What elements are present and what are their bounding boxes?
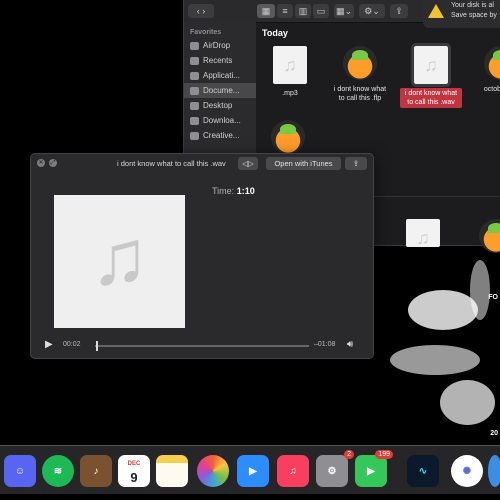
music-icon[interactable]: ♫ <box>277 455 309 487</box>
back-forward-button[interactable]: ‹ › <box>188 4 214 18</box>
desktop-icon <box>190 101 199 110</box>
sidebar-item-label: Applicati... <box>203 71 240 80</box>
flstudio-file-icon[interactable] <box>479 219 500 253</box>
file-item[interactable]: i dont know what to call this .flp <box>329 46 391 104</box>
sidebar-item-applications[interactable]: Applicati... <box>184 68 256 83</box>
audio-file-icon <box>273 46 307 84</box>
folder-icon <box>190 131 199 140</box>
desktop-wallpaper-art: FO 20 <box>380 250 500 440</box>
trim-button[interactable]: ◁▷ <box>238 157 258 170</box>
discord-icon[interactable]: ☺ <box>4 455 36 487</box>
desktop-text-fo: FO <box>488 294 498 301</box>
quicklook-title: i dont know what to call this .wav <box>117 159 226 168</box>
volume-icon[interactable]: 🔊︎ <box>347 339 353 350</box>
sidebar-item-clock[interactable]: Recents <box>184 53 256 68</box>
applications-icon <box>190 71 199 80</box>
play-pause-icon[interactable]: ▶ <box>45 339 53 350</box>
group-title: Today <box>262 28 288 38</box>
gallery-view-button[interactable]: ▭ <box>313 4 329 18</box>
duration-label: Time: 1:10 <box>212 186 255 196</box>
flstudio-file-icon <box>484 46 500 80</box>
share-icon[interactable]: ⇪ <box>345 157 367 170</box>
file-label: october.fl... <box>483 86 500 93</box>
notification-title: Your disk is al <box>451 2 494 9</box>
remaining-time: –01:08 <box>314 341 336 348</box>
quicklook-window: ✕ ⤢ i dont know what to call this .wav ◁… <box>30 153 374 359</box>
sidebar-item-label: Creative... <box>203 131 240 140</box>
settings-icon[interactable]: ✺ <box>451 455 483 487</box>
facetime-icon[interactable]: ▶ 199 <box>355 450 393 487</box>
calendar-day: 9 <box>130 470 138 485</box>
warning-icon <box>428 4 444 18</box>
close-icon[interactable]: ✕ <box>37 159 45 167</box>
browser-icon[interactable] <box>488 455 500 487</box>
sidebar-item-label: Docume... <box>203 86 240 95</box>
sidebar-item-airdrop[interactable]: AirDrop <box>184 38 256 53</box>
column-view-button[interactable]: ▥ <box>295 4 311 18</box>
open-with-itunes-button[interactable]: Open with iTunes <box>266 157 341 170</box>
sidebar-item-label: Desktop <box>203 101 233 110</box>
airdrop-icon <box>190 41 199 50</box>
scrubber-knob[interactable] <box>96 341 98 351</box>
document-icon <box>190 86 199 95</box>
clock-icon <box>190 56 199 65</box>
sidebar-item-folder[interactable]: Creative... <box>184 128 256 143</box>
sidebar-item-document[interactable]: Docume... <box>184 83 256 98</box>
photos-icon[interactable] <box>197 455 229 487</box>
dock: ☺ ≋ ♪ DEC 9 ▶ ♫ ⚙ 2 ▶ 199 ∿ ✺ <box>0 445 500 494</box>
desktop-text-20: 20 <box>490 430 498 437</box>
file-label: i dont know what to call this .flp <box>333 86 387 102</box>
quicklook-titlebar: ✕ ⤢ i dont know what to call this .wav ◁… <box>31 154 373 174</box>
sidebar-item-label: AirDrop <box>203 41 231 50</box>
sidebar-section-favorites: Favorites <box>190 29 222 36</box>
elapsed-time: 00:02 <box>63 341 81 348</box>
audio-file-icon <box>411 43 451 87</box>
playback-bar: ▶ 00:02 –01:08 🔊︎ <box>31 335 373 357</box>
file-item[interactable]: i dont know what to call this .wav <box>400 43 462 108</box>
action-gear-button[interactable]: ⚙⌄ <box>359 4 385 18</box>
file-item[interactable]: october.fl... <box>470 46 500 95</box>
flstudio-file-icon[interactable] <box>271 120 305 154</box>
garageband-icon[interactable]: ♪ <box>80 455 112 487</box>
notes-icon[interactable] <box>156 455 188 487</box>
flstudio-file-icon <box>343 46 377 80</box>
system-preferences-badge: 2 <box>344 450 354 459</box>
share-button[interactable]: ⇪ <box>390 4 408 18</box>
audio-file-icon[interactable] <box>406 219 440 249</box>
notification-body: Save space by <box>451 12 497 19</box>
group-by-button[interactable]: ▦⌄ <box>334 4 354 18</box>
time-value: 1:10 <box>236 186 255 196</box>
file-item[interactable]: .mp3 <box>259 46 321 99</box>
system-preferences-icon[interactable]: ⚙ 2 <box>316 450 354 487</box>
fullscreen-icon[interactable]: ⤢ <box>49 159 57 167</box>
album-artwork: ♫ <box>54 195 185 328</box>
sidebar-item-download[interactable]: Downloa... <box>184 113 256 128</box>
spotify-icon[interactable]: ≋ <box>42 455 74 487</box>
siri-icon[interactable]: ∿ <box>407 455 439 487</box>
zoom-icon[interactable]: ▶ <box>237 455 269 487</box>
sidebar-item-desktop[interactable]: Desktop <box>184 98 256 113</box>
file-label: .mp3 <box>282 90 298 97</box>
icon-view-button[interactable]: ▦ <box>257 4 275 18</box>
scrubber-track[interactable] <box>95 341 309 351</box>
download-icon <box>190 116 199 125</box>
facetime-badge: 199 <box>375 450 393 459</box>
low-disk-notification[interactable]: Your disk is al Save space by <box>423 0 500 28</box>
time-label: Time: <box>212 186 235 196</box>
file-label: i dont know what to call this .wav <box>400 88 462 108</box>
sidebar-item-label: Downloa... <box>203 116 241 125</box>
calendar-icon[interactable]: DEC 9 <box>118 455 150 487</box>
sidebar-item-label: Recents <box>203 56 233 65</box>
list-view-button[interactable]: ≡ <box>277 4 293 18</box>
music-note-icon: ♫ <box>90 213 149 301</box>
